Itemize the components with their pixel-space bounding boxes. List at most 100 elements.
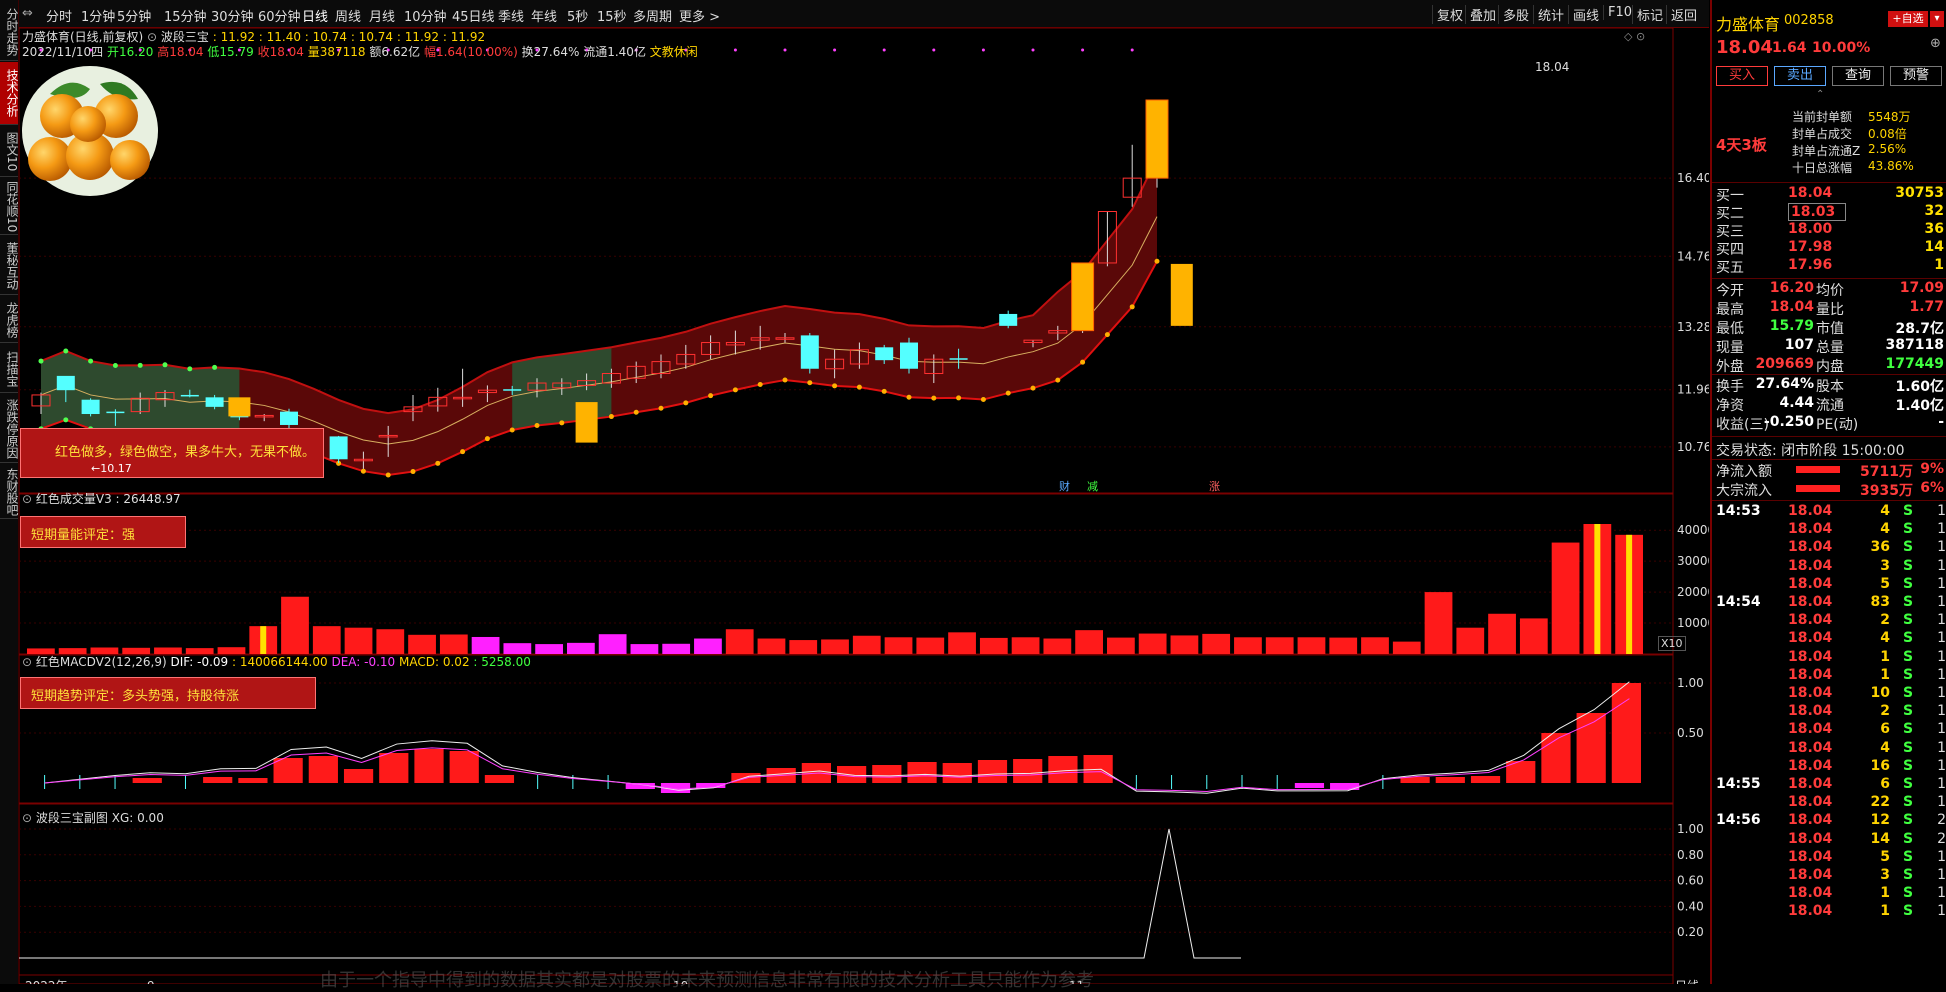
sell-button[interactable]: 卖出 bbox=[1774, 66, 1826, 86]
query-button[interactable]: 查询 bbox=[1832, 66, 1884, 86]
band-dot-lower bbox=[1104, 332, 1110, 338]
band-dot-lower bbox=[559, 420, 565, 426]
period-tab-2[interactable]: 5分钟 bbox=[117, 6, 151, 25]
period-tab-10[interactable]: 45日线 bbox=[452, 6, 495, 25]
period-tab-13[interactable]: 5秒 bbox=[567, 6, 588, 25]
event-marker-2[interactable]: 涨 bbox=[1209, 480, 1220, 493]
bid-row[interactable]: 买四 17.98 14 bbox=[1712, 239, 1946, 258]
period-tab-1[interactable]: 1分钟 bbox=[81, 6, 115, 25]
date-axis-label-0: 2022年 bbox=[25, 979, 68, 984]
volume-bar bbox=[1234, 637, 1262, 654]
band-dot-upper bbox=[137, 362, 143, 368]
buy-button[interactable]: 买入 bbox=[1716, 66, 1768, 86]
current-price: 18.04 bbox=[1716, 37, 1773, 58]
bid-vol: 1 bbox=[1934, 257, 1944, 273]
alert-button[interactable]: 预警 bbox=[1890, 66, 1942, 86]
candle-down bbox=[800, 335, 819, 369]
tick-count: 1 bbox=[1937, 794, 1946, 811]
left-nav-item-0[interactable]: 分时走势 bbox=[0, 4, 19, 61]
period-tab-7[interactable]: 周线 bbox=[335, 6, 361, 25]
tick-bs: S bbox=[1903, 630, 1914, 647]
chart-options-icon[interactable]: ◇ ⊙ bbox=[1624, 30, 1645, 43]
band-dot-lower bbox=[906, 394, 912, 400]
volume-toggle-icon[interactable]: ⊙ bbox=[22, 492, 32, 506]
top-signal-dot bbox=[733, 48, 737, 52]
period-tab-9[interactable]: 10分钟 bbox=[404, 6, 447, 25]
add-watchlist-button[interactable]: +自选 bbox=[1888, 11, 1928, 27]
left-nav-item-3[interactable]: 同花顺10 bbox=[0, 180, 19, 235]
vol-tick-2: 20000 bbox=[1677, 585, 1709, 599]
period-tab-5[interactable]: 60分钟 bbox=[258, 6, 301, 25]
candle-down bbox=[205, 397, 224, 407]
tick-bs: S bbox=[1903, 830, 1914, 847]
band-dot-lower bbox=[807, 380, 813, 386]
period-tab-6[interactable]: 日线 bbox=[302, 6, 328, 25]
left-nav-item-4[interactable]: 董秘互动 bbox=[0, 238, 19, 295]
bid-row[interactable]: 买三 18.00 36 bbox=[1712, 221, 1946, 240]
signal-bar-2 bbox=[1170, 263, 1193, 326]
tick-count: 1 bbox=[1937, 648, 1946, 665]
toolbar-right-item-0[interactable]: 复权 bbox=[1432, 5, 1467, 24]
toggle-icon[interactable]: ⊕ bbox=[1930, 36, 1941, 51]
candle-down bbox=[180, 394, 199, 397]
volume-bar bbox=[439, 634, 468, 654]
event-marker-0[interactable]: 财 bbox=[1059, 479, 1070, 493]
flow-row: 净流入额 5711万 9% bbox=[1712, 461, 1946, 480]
sub-toggle-icon[interactable]: ⊙ bbox=[22, 811, 32, 825]
candle-limit-up bbox=[1071, 262, 1095, 332]
bid-row[interactable]: 买五 17.96 1 bbox=[1712, 257, 1946, 276]
period-tab-15[interactable]: 多周期 bbox=[633, 6, 672, 25]
event-marker-1[interactable]: 减 bbox=[1087, 480, 1098, 493]
toolbar-right-item-7[interactable]: 返回 bbox=[1666, 5, 1701, 24]
toolbar-right-item-4[interactable]: 画线 bbox=[1568, 5, 1603, 24]
watchlist-dropdown-icon[interactable]: ▾ bbox=[1930, 11, 1944, 27]
left-nav-item-1[interactable]: 技术分析 bbox=[0, 62, 19, 125]
chart-canvas[interactable]: 16.40 14.76 13.28 11.96 10.76 财 减 涨 40000 30000 20… bbox=[19, 28, 1709, 984]
volume-bar bbox=[535, 644, 563, 654]
stat-value-2: 1.60亿 bbox=[1895, 379, 1944, 395]
toolbar-right-item-1[interactable]: 叠加 bbox=[1465, 5, 1500, 24]
tick-row: 14:54 18.04 83 S 1 bbox=[1712, 594, 1946, 612]
toolbar-right-item-6[interactable]: 标记 bbox=[1632, 5, 1667, 24]
candle-down bbox=[329, 436, 348, 460]
flow-label: 净流入额 bbox=[1716, 464, 1772, 480]
tick-vol: 4 bbox=[1880, 630, 1890, 647]
period-tab-0[interactable]: 分时 bbox=[46, 6, 72, 25]
left-nav-item-2[interactable]: 图文10 bbox=[0, 128, 19, 177]
left-nav-item-7[interactable]: 涨跌停原因 bbox=[0, 396, 19, 463]
period-tab-12[interactable]: 年线 bbox=[531, 6, 557, 25]
tick-count: 1 bbox=[1937, 867, 1946, 883]
bid-row[interactable]: 买一 18.04 30753 bbox=[1712, 185, 1946, 204]
band-dot-lower bbox=[633, 409, 639, 415]
period-tab-14[interactable]: 15秒 bbox=[597, 6, 627, 25]
stat-label-2: 总量 bbox=[1816, 340, 1844, 356]
quote-low: 低15.79 bbox=[207, 45, 254, 59]
collapse-icon[interactable]: ⌃ bbox=[1816, 89, 1824, 100]
vol-tick-1: 30000 bbox=[1677, 554, 1709, 568]
left-nav-item-8[interactable]: 东财股吧 bbox=[0, 466, 19, 519]
period-tab-8[interactable]: 月线 bbox=[369, 6, 395, 25]
toolbar-expand-icon[interactable]: ⇔ bbox=[22, 6, 33, 21]
stat-value-2: 28.7亿 bbox=[1895, 321, 1944, 337]
bid-vol: 36 bbox=[1924, 221, 1944, 237]
candle-limit-up bbox=[1145, 99, 1169, 179]
period-tab-11[interactable]: 季线 bbox=[498, 6, 524, 25]
volume-multiplier[interactable]: X10 bbox=[1658, 636, 1686, 651]
bid-row[interactable]: 买二 18.03 32 bbox=[1712, 203, 1946, 222]
tick-row: 18.04 4 S 1 bbox=[1712, 521, 1946, 539]
flow-value: 3935万 bbox=[1860, 483, 1913, 499]
toolbar-right-item-3[interactable]: 统计 bbox=[1533, 5, 1568, 24]
left-nav-item-6[interactable]: 扫描宝 bbox=[0, 346, 19, 393]
tick-price: 18.04 bbox=[1788, 666, 1833, 683]
period-tab-4[interactable]: 30分钟 bbox=[211, 6, 254, 25]
indicator-toggle-icon[interactable]: ⊙ bbox=[147, 30, 157, 44]
toolbar-right-item-2[interactable]: 多股 bbox=[1498, 5, 1533, 24]
macd-bar bbox=[132, 778, 162, 783]
period-tab-16[interactable]: 更多 > bbox=[679, 6, 720, 25]
macd-toggle-icon[interactable]: ⊙ bbox=[22, 655, 32, 669]
tick-bs: S bbox=[1903, 867, 1914, 883]
left-nav-item-5[interactable]: 龙虎榜 bbox=[0, 298, 19, 343]
period-tab-3[interactable]: 15分钟 bbox=[164, 6, 207, 25]
bid-price: 18.04 bbox=[1788, 185, 1833, 201]
date-axis-right-label: 日线 bbox=[1675, 979, 1699, 984]
